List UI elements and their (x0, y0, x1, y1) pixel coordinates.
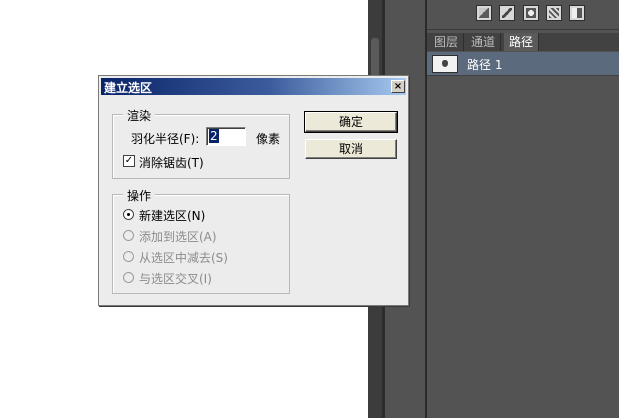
radio-subtract-from-selection[interactable] (123, 251, 134, 262)
add-to-selection-label[interactable]: 添加到选区(A) (139, 228, 217, 245)
radio-add-to-selection[interactable] (123, 230, 134, 241)
feather-radius-label: 羽化半径(F): (131, 132, 200, 146)
feather-radius-input[interactable]: 2 (206, 127, 246, 146)
cancel-button[interactable]: 取消 (305, 139, 397, 159)
path-list-item[interactable]: 路径 1 (427, 52, 619, 76)
stroke-path-icon[interactable] (499, 5, 515, 21)
scrollbar-thumb[interactable] (371, 38, 379, 80)
ok-button[interactable]: 确定 (304, 111, 398, 133)
tab-channels[interactable]: 通道 (466, 33, 502, 51)
new-selection-label[interactable]: 新建选区(N) (139, 207, 205, 224)
make-selection-dialog: 建立选区 × 渲染 羽化半径(F): 2 像素 ✓ 消除锯齿(T) 操作 新建选… (98, 75, 409, 306)
antialias-checkbox[interactable]: ✓ (123, 155, 135, 167)
add-mask-icon[interactable] (569, 5, 585, 21)
feather-unit-label: 像素 (256, 132, 281, 146)
radio-new-selection[interactable] (123, 209, 134, 220)
panel-toolbar (427, 0, 619, 30)
render-group-legend: 渲染 (123, 107, 156, 124)
paths-panel: 图层 通道 路径 路径 1 (426, 0, 619, 418)
radio-intersect-selection[interactable] (123, 272, 134, 283)
tab-paths[interactable]: 路径 (504, 33, 540, 51)
dialog-titlebar[interactable]: 建立选区 × (101, 78, 406, 95)
panel-tabs: 图层 通道 路径 (427, 33, 619, 51)
make-work-path-icon[interactable] (546, 5, 562, 21)
subtract-from-selection-label[interactable]: 从选区中减去(S) (139, 249, 228, 266)
close-button[interactable]: × (391, 80, 405, 93)
tab-layers[interactable]: 图层 (429, 33, 465, 51)
dialog-title: 建立选区 (104, 81, 153, 95)
intersect-selection-label[interactable]: 与选区交叉(I) (139, 270, 212, 287)
path-name: 路径 1 (467, 58, 503, 72)
load-selection-icon[interactable] (523, 5, 539, 21)
antialias-label[interactable]: 消除锯齿(T) (139, 154, 204, 171)
feather-radius-value: 2 (209, 129, 219, 143)
fill-path-icon[interactable] (476, 5, 492, 21)
path-thumbnail-icon (432, 55, 458, 73)
operation-group-legend: 操作 (123, 187, 156, 204)
